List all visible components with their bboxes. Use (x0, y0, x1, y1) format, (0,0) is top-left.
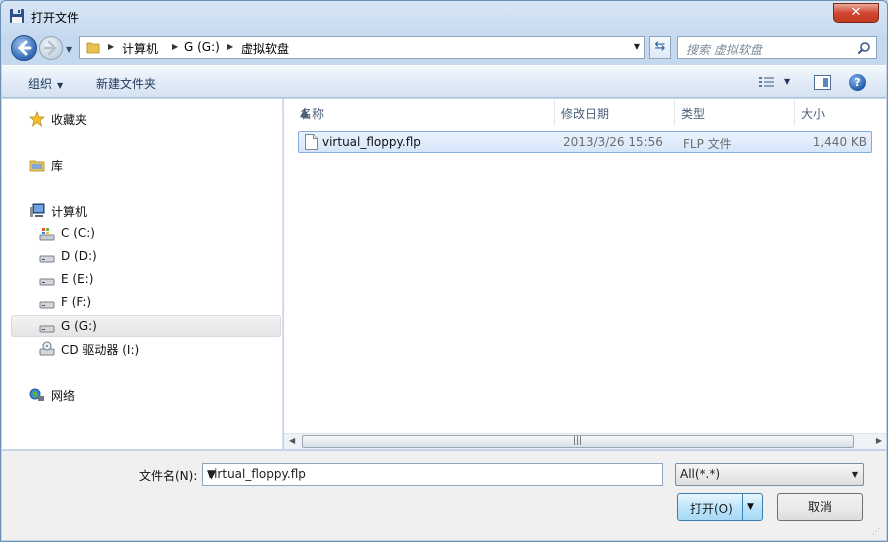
organize-label: 组织 (28, 77, 53, 91)
resize-grip-icon[interactable]: ⋰ (872, 527, 882, 537)
address-bar[interactable]: ▶ 计算机 ▶ G (G:) ▶ 虚拟软盘 ▼ (79, 36, 645, 59)
column-header-name[interactable]: 名称 ▲ (294, 99, 555, 126)
library-icon (29, 160, 45, 172)
nav-item-cd-drive[interactable]: CD 驱动器 (I:) (2, 338, 282, 360)
filename-label: 文件名(N): (139, 469, 198, 483)
window-title: 打开文件 (31, 11, 80, 25)
horizontal-scrollbar[interactable]: ◀ ||| ▶ (284, 433, 886, 449)
filetype-value: All(*.*) (680, 467, 721, 481)
breadcrumb-virtual-floppy[interactable]: 虚拟软盘 (241, 40, 289, 57)
navigation-bar: ▼ ▶ 计算机 ▶ G (G:) ▶ 虚拟软盘 ▼ ⇆ 搜索 虚拟软盘 (1, 31, 887, 63)
file-icon (305, 134, 318, 150)
nav-label-drive-g: G (G:) (61, 319, 97, 333)
nav-item-drive-e[interactable]: E (E:) (2, 269, 282, 291)
back-button[interactable] (11, 35, 37, 61)
network-icon (29, 388, 44, 401)
search-input[interactable]: 搜索 虚拟软盘 (677, 36, 877, 59)
open-button-divider (742, 494, 743, 520)
nav-item-drive-c[interactable]: C (C:) (2, 223, 282, 245)
organize-chevron-down-icon: ▼ (57, 81, 64, 90)
organize-button[interactable]: 组织 ▼ (28, 75, 63, 92)
cd-drive-icon (39, 341, 55, 356)
scroll-right-icon[interactable]: ▶ (876, 436, 882, 445)
nav-item-favorites[interactable]: 收藏夹 (2, 108, 282, 130)
breadcrumb-separator-icon[interactable]: ▶ (108, 42, 114, 51)
nav-label-drive-d: D (D:) (61, 249, 97, 263)
drive-icon (39, 325, 55, 333)
forward-button[interactable] (39, 36, 63, 60)
breadcrumb-drive-g[interactable]: G (G:) (184, 40, 220, 54)
close-button[interactable]: ✕ (833, 3, 879, 23)
drive-icon (39, 255, 55, 263)
view-options-icon[interactable] (759, 76, 775, 89)
open-options-chevron-down-icon[interactable]: ▼ (747, 502, 754, 512)
file-name: virtual_floppy.flp (322, 135, 421, 149)
file-modified: 2013/3/26 15:56 (563, 135, 663, 149)
open-button[interactable]: 打开(O) ▼ (677, 493, 763, 521)
scroll-grip-icon: ||| (573, 436, 583, 446)
filetype-dropdown-icon: ▼ (851, 470, 858, 479)
open-button-label: 打开(O) (690, 502, 733, 516)
forward-arrow-icon (43, 40, 57, 56)
nav-label-drive-c: C (C:) (61, 226, 95, 240)
nav-item-network[interactable]: 网络 (2, 384, 282, 406)
search-icon[interactable] (857, 41, 871, 55)
new-folder-button[interactable]: 新建文件夹 (96, 75, 156, 92)
column-header-size[interactable]: 大小 (795, 99, 875, 126)
command-bar: 组织 ▼ 新建文件夹 ▼ ? (2, 65, 886, 98)
file-list: 名称 ▲ 修改日期 类型 大小 virtual_floppy.flp 2013/… (284, 99, 886, 449)
cancel-button[interactable]: 取消 (777, 493, 863, 521)
nav-label-drive-f: F (F:) (61, 295, 92, 309)
nav-label-libraries: 库 (51, 159, 64, 173)
refresh-button[interactable]: ⇆ (649, 36, 671, 59)
column-header-modified-label: 修改日期 (561, 107, 610, 121)
nav-label-network: 网络 (51, 389, 76, 403)
drive-icon (39, 301, 55, 309)
column-header-type[interactable]: 类型 (675, 99, 795, 126)
column-header-type-label: 类型 (681, 107, 706, 121)
nav-item-drive-f[interactable]: F (F:) (2, 292, 282, 314)
breadcrumb-computer[interactable]: 计算机 (122, 40, 158, 57)
address-dropdown-icon[interactable]: ▼ (634, 42, 640, 51)
system-drive-icon (39, 228, 55, 241)
breadcrumb-separator-icon[interactable]: ▶ (227, 42, 233, 51)
column-header-modified[interactable]: 修改日期 (555, 99, 675, 126)
filename-dropdown-icon[interactable]: ▼ (207, 467, 658, 481)
column-header-size-label: 大小 (801, 107, 826, 121)
breadcrumb-separator-icon[interactable]: ▶ (172, 42, 178, 51)
back-arrow-icon (17, 40, 32, 56)
file-size: 1,440 KB (812, 135, 867, 149)
drive-icon (39, 278, 55, 286)
dialog-footer: 文件名(N): virtual_floppy.flp ▼ All(*.*) ▼ … (2, 450, 886, 540)
refresh-icon: ⇆ (654, 39, 666, 54)
filename-input[interactable]: virtual_floppy.flp ▼ (202, 463, 663, 486)
filetype-select[interactable]: All(*.*) ▼ (675, 463, 864, 486)
nav-item-libraries[interactable]: 库 (2, 154, 282, 176)
open-file-dialog: 打开文件 ✕ ▼ ▶ 计算机 ▶ G (G:) ▶ 虚拟软盘 ▼ ⇆ 搜索 虚拟… (0, 0, 888, 542)
nav-label-favorites: 收藏夹 (51, 113, 88, 127)
star-icon (29, 111, 45, 127)
title-bar: 打开文件 ✕ (1, 1, 887, 31)
scrollbar-thumb[interactable]: ||| (302, 435, 854, 448)
preview-pane-icon[interactable] (814, 75, 831, 90)
file-row[interactable]: virtual_floppy.flp 2013/3/26 15:56 FLP 文… (298, 131, 872, 153)
view-chevron-down-icon[interactable]: ▼ (784, 77, 790, 86)
nav-label-drive-e: E (E:) (61, 272, 94, 286)
search-placeholder: 搜索 虚拟软盘 (686, 43, 762, 57)
nav-item-drive-d[interactable]: D (D:) (2, 246, 282, 268)
nav-item-computer[interactable]: 计算机 (2, 200, 282, 222)
sort-ascending-icon: ▲ (300, 105, 310, 119)
file-type: FLP 文件 (683, 137, 732, 151)
computer-icon (30, 203, 45, 217)
close-icon: ✕ (850, 5, 862, 20)
nav-item-drive-g[interactable]: G (G:) (11, 315, 281, 337)
folder-icon (86, 42, 100, 54)
floppy-app-icon (10, 9, 24, 23)
navigation-pane: 收藏夹 库 计算机 C (C:) D (D:) E (E:) F (F:) G … (2, 99, 283, 449)
nav-label-computer: 计算机 (51, 205, 88, 219)
help-icon[interactable]: ? (849, 74, 866, 91)
recent-pages-chevron-icon[interactable]: ▼ (66, 45, 72, 54)
scroll-left-icon[interactable]: ◀ (289, 436, 295, 445)
nav-label-cd-drive: CD 驱动器 (I:) (61, 343, 140, 357)
